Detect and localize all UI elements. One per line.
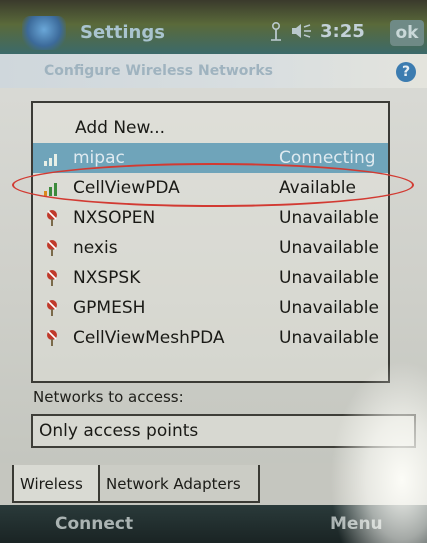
network-row-nxsopen[interactable]: NXSOPEN Unavailable [33, 203, 388, 233]
network-name: NXSOPEN [73, 208, 156, 228]
title-bar: Settings 3:25 ok [0, 0, 427, 54]
network-name: nexis [73, 238, 118, 258]
networks-to-access-select[interactable]: Only access points [31, 414, 416, 448]
help-icon[interactable]: ? [396, 62, 416, 82]
tab-wireless[interactable]: Wireless [12, 465, 98, 503]
network-name: GPMESH [73, 298, 146, 318]
add-new-item[interactable]: Add New... [33, 113, 388, 143]
network-row-cellviewmeshpda[interactable]: CellViewMeshPDA Unavailable [33, 323, 388, 353]
device-screen: Settings 3:25 ok Configure Wireless Netw… [0, 0, 427, 543]
select-value: Only access points [39, 421, 199, 441]
network-name: NXSPSK [73, 268, 141, 288]
page-header: Configure Wireless Networks ? [0, 54, 427, 88]
network-row-nxspsk[interactable]: NXSPSK Unavailable [33, 263, 388, 293]
highlight-annotation [12, 163, 414, 207]
ok-button[interactable]: ok [390, 20, 424, 46]
network-status: Unavailable [279, 298, 379, 318]
tab-bar: Wireless Network Adapters [0, 463, 427, 505]
network-status: Unavailable [279, 268, 379, 288]
clock-time[interactable]: 3:25 [320, 21, 365, 42]
antenna-unavailable-icon [47, 240, 57, 256]
networks-to-access-label: Networks to access: [33, 388, 184, 406]
network-status: Unavailable [279, 328, 379, 348]
antenna-unavailable-icon [47, 300, 57, 316]
softkey-bar: Connect Menu [0, 505, 427, 543]
network-row-gpmesh[interactable]: GPMESH Unavailable [33, 293, 388, 323]
network-row-nexis[interactable]: nexis Unavailable [33, 233, 388, 263]
app-title: Settings [80, 22, 165, 43]
connectivity-icon[interactable] [268, 21, 284, 41]
volume-icon[interactable] [290, 21, 312, 41]
network-list[interactable]: Add New... mipac Connecting CellViewPDA [31, 101, 390, 383]
network-name: CellViewMeshPDA [73, 328, 225, 348]
tab-network-adapters[interactable]: Network Adapters [98, 465, 260, 503]
signal-bars-icon [44, 154, 57, 166]
connect-softkey[interactable]: Connect [55, 514, 133, 534]
antenna-unavailable-icon [47, 330, 57, 346]
network-status: Unavailable [279, 208, 379, 228]
menu-softkey[interactable]: Menu [330, 514, 383, 534]
network-status: Unavailable [279, 238, 379, 258]
content-area: Configure Wireless Networks ? Add New...… [0, 54, 427, 463]
add-new-label: Add New... [75, 118, 166, 138]
antenna-unavailable-icon [47, 270, 57, 286]
page-title: Configure Wireless Networks [44, 63, 273, 79]
antenna-unavailable-icon [47, 210, 57, 226]
status-icons: 3:25 [268, 20, 365, 42]
windows-start-icon[interactable] [22, 16, 66, 50]
